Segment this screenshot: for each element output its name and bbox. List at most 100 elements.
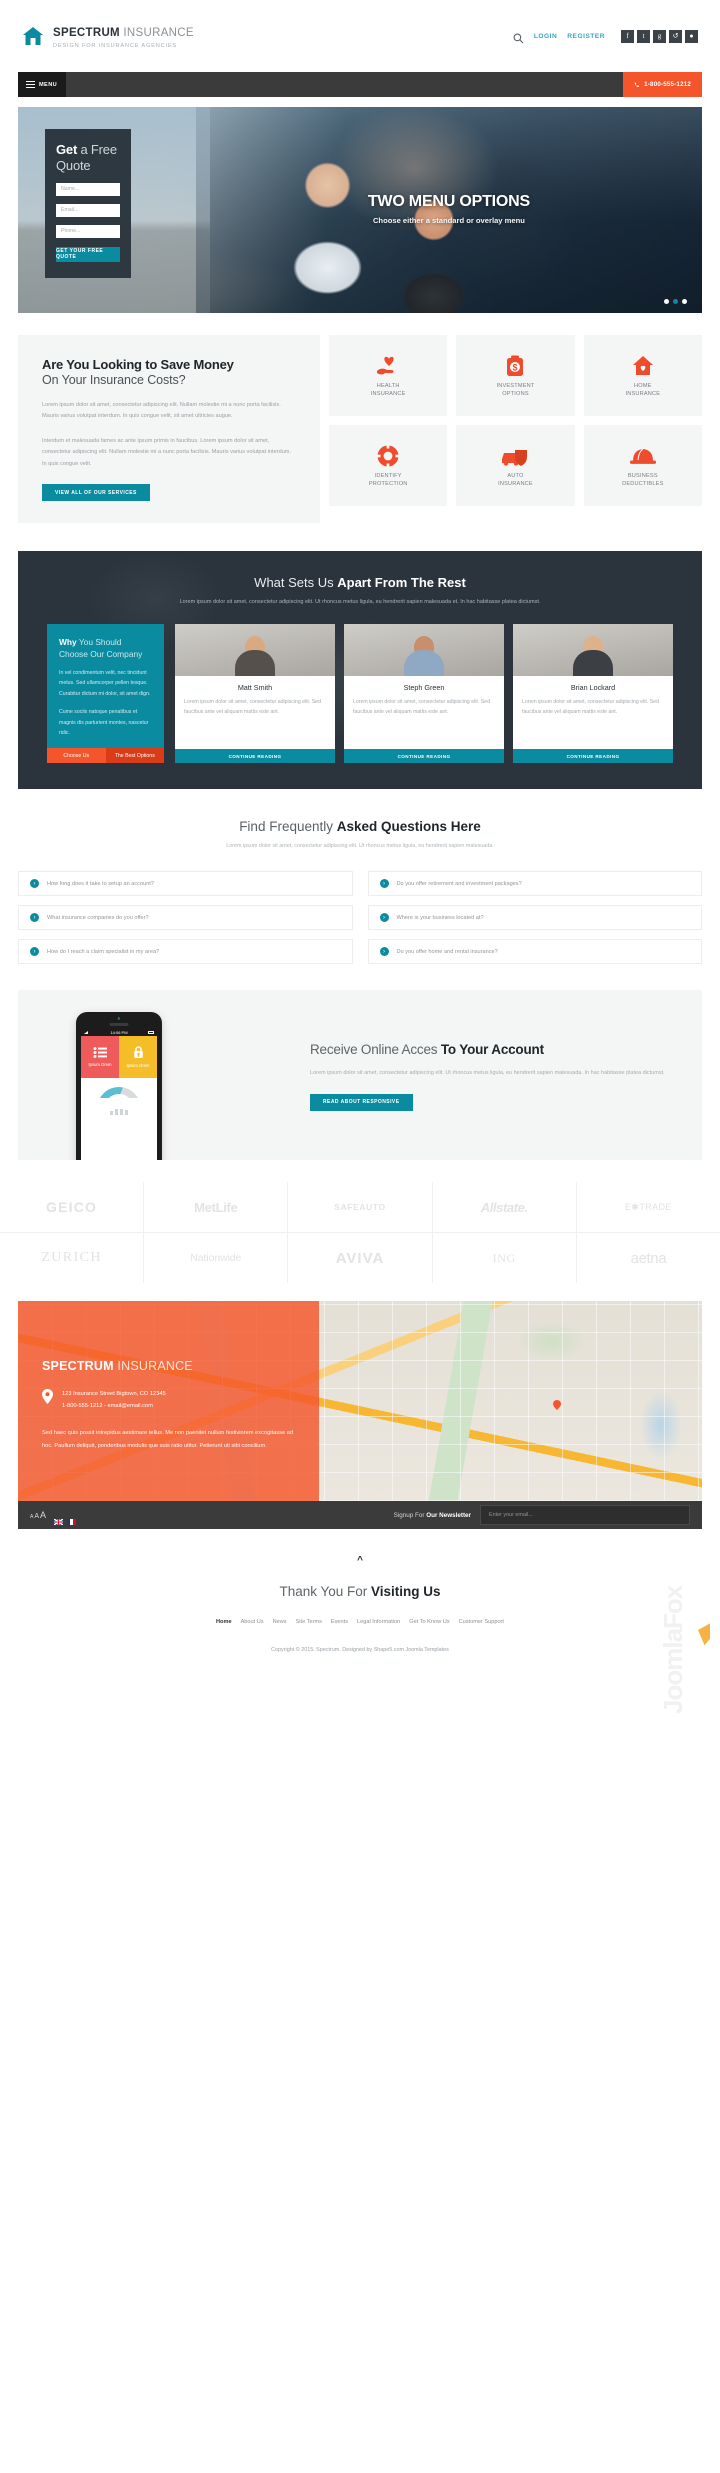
tab-choose-us[interactable]: Choose Us xyxy=(47,748,106,764)
continue-reading-button[interactable]: CONTINUE READING xyxy=(513,749,673,764)
faq-list: › How long does it take to setup an accou… xyxy=(18,871,702,965)
hard-hat-icon xyxy=(629,443,657,469)
online-access-title: Receive Online Acces To Your Account xyxy=(310,1042,544,1058)
menu-toggle-label: MENU xyxy=(39,81,58,88)
login-link[interactable]: LOGIN xyxy=(534,33,557,40)
online-access-section: 14:06 PM Ipsum Orem Ipsum Orem Receive O… xyxy=(18,990,702,1161)
service-card-home[interactable]: HOME INSURANCE xyxy=(583,335,702,416)
life-ring-icon xyxy=(376,443,401,469)
phone-screen: 14:06 PM Ipsum Orem Ipsum Orem xyxy=(81,1029,157,1161)
service-card-grid: HEALTH INSURANCE $ INVESTMENT OPTIONS HOME… xyxy=(329,335,702,523)
contact-address: 123 Insurance Street Bigtown, CO 12345 xyxy=(62,1391,166,1398)
footer-link-legal-information[interactable]: Legal Information xyxy=(357,1619,400,1625)
logo-ing[interactable]: ING xyxy=(431,1233,576,1284)
get-quote-button[interactable]: GET YOUR FREE QUOTE xyxy=(56,246,120,262)
phone-clock: 14:06 PM xyxy=(110,1030,128,1036)
font-size-small[interactable]: A xyxy=(30,1514,33,1520)
google-plus-icon[interactable]: g xyxy=(653,29,666,43)
font-size-large[interactable]: A xyxy=(40,1510,46,1520)
slider-dot-2[interactable] xyxy=(673,299,678,304)
chevron-up-icon[interactable]: ^ xyxy=(0,1555,720,1566)
menu-toggle-button[interactable]: MENU xyxy=(18,72,66,97)
service-label-line1: INVESTMENT xyxy=(496,382,535,389)
service-label-line2: PROTECTION xyxy=(368,481,408,487)
car-shield-icon xyxy=(501,443,529,469)
faq-item[interactable]: › How do I reach a claim specialist in my… xyxy=(18,939,353,965)
savings-panel: Are You Looking to Save Money On Your In… xyxy=(18,335,320,524)
email-field[interactable]: Email... xyxy=(56,203,120,217)
avatar xyxy=(344,624,504,677)
main-navbar: MENU 1-800-555-1212 xyxy=(18,72,702,97)
facebook-icon[interactable]: f xyxy=(621,29,634,43)
footer-link-site-terms[interactable]: Site Terms xyxy=(296,1619,322,1625)
continue-reading-button[interactable]: CONTINUE READING xyxy=(175,749,335,764)
header-phone-number: 1-800-555-1212 xyxy=(644,81,691,88)
faq-item[interactable]: › Where is your business located at? xyxy=(367,905,702,931)
logo-allstate[interactable]: Allstate. xyxy=(431,1182,576,1233)
slider-dot-1[interactable] xyxy=(664,299,669,304)
twitter-icon[interactable]: t xyxy=(637,29,650,43)
view-all-services-button[interactable]: VIEW ALL OF OUR SERVICES xyxy=(42,484,150,502)
app-tile-list[interactable]: Ipsum Orem xyxy=(81,1036,119,1079)
uk-flag-icon[interactable] xyxy=(53,1512,64,1526)
phone-mockup: 14:06 PM Ipsum Orem Ipsum Orem xyxy=(76,1012,162,1161)
faq-item[interactable]: › Do you offer retirement and investment … xyxy=(367,871,702,897)
font-size-medium[interactable]: A xyxy=(34,1513,39,1520)
newsletter-email-input[interactable]: Enter your email... xyxy=(480,1505,690,1526)
phone-field[interactable]: Phone... xyxy=(56,224,120,238)
service-card-business[interactable]: BUSINESS DEDUCTIBLES xyxy=(583,425,702,506)
logo-aviva[interactable]: AVIVA xyxy=(287,1233,431,1284)
register-link[interactable]: REGISTER xyxy=(567,33,605,40)
team-card: Brian Lockard Lorem ipsum dolor sit amet… xyxy=(513,624,673,764)
service-label-line2: OPTIONS xyxy=(502,391,529,397)
logo-geico[interactable]: GEICO xyxy=(0,1182,143,1232)
map-contact-section[interactable]: SPECTRUM INSURANCE 123 Insurance Street … xyxy=(18,1301,702,1502)
page-root: SPECTRUM INSURANCE DESIGN FOR INSURANCE … xyxy=(0,0,720,1715)
footer-link-news[interactable]: News xyxy=(273,1619,287,1625)
faq-question: How do I reach a claim specialist in my … xyxy=(47,948,160,955)
footer-link-events[interactable]: Events xyxy=(331,1619,348,1625)
service-card-investment[interactable]: $ INVESTMENT OPTIONS xyxy=(456,335,575,416)
brand-light: INSURANCE xyxy=(119,27,194,40)
savings-paragraph-2: Interdum et malesuada fames ac ante ipsu… xyxy=(42,437,292,467)
footer-link-home[interactable]: Home xyxy=(216,1619,232,1625)
logo-safeauto[interactable]: SAFEAUTO xyxy=(287,1182,431,1233)
search-icon[interactable] xyxy=(513,31,524,43)
site-logo[interactable]: SPECTRUM INSURANCE DESIGN FOR INSURANCE … xyxy=(22,23,194,49)
logo-aetna[interactable]: aetna xyxy=(575,1233,720,1284)
footer-link-customer-support[interactable]: Customer Support xyxy=(459,1619,504,1625)
footer-link-about-us[interactable]: About Us xyxy=(241,1619,264,1625)
quote-form-title: Get a Free Quote xyxy=(56,142,117,174)
dribbble-icon[interactable]: ● xyxy=(685,29,698,43)
name-field[interactable]: Name... xyxy=(56,182,120,196)
font-size-switcher[interactable]: A A A xyxy=(30,1510,46,1520)
faq-subtitle: Lorem ipsum dolor sit amet, consectetur … xyxy=(226,843,494,850)
slider-dot-3[interactable] xyxy=(682,299,687,304)
france-flag-icon[interactable] xyxy=(67,1512,77,1526)
logo-row: ZURICH Nationwide AVIVA ING aetna xyxy=(0,1232,720,1284)
logo-metlife[interactable]: MetLife xyxy=(143,1182,287,1233)
lock-icon xyxy=(133,1046,143,1059)
site-footer: ^ Thank You For Visiting Us Home About U… xyxy=(0,1529,720,1715)
contact-body: Sed haec quis possit intrepidus aestimar… xyxy=(42,1430,294,1449)
logo-etrade[interactable]: E✱TRADE xyxy=(575,1182,720,1233)
header-phone[interactable]: 1-800-555-1212 xyxy=(623,72,702,97)
faq-item[interactable]: › How long does it take to setup an accou… xyxy=(18,871,353,897)
service-card-auto[interactable]: AUTO INSURANCE xyxy=(456,425,575,506)
continue-reading-button[interactable]: CONTINUE READING xyxy=(344,749,504,764)
faq-item[interactable]: › What insurance companies do you offer? xyxy=(18,905,353,931)
logo-nationwide[interactable]: Nationwide xyxy=(143,1233,287,1284)
slider-pagination[interactable] xyxy=(664,299,687,304)
footer-link-get-to-know-us[interactable]: Get To Know Us xyxy=(409,1619,449,1625)
logo-zurich[interactable]: ZURICH xyxy=(0,1233,143,1283)
service-card-identity[interactable]: IDENTIFY PROTECTION xyxy=(329,425,448,506)
rss-icon[interactable]: ↺ xyxy=(669,29,682,43)
app-tile-lock[interactable]: Ipsum Orem xyxy=(119,1036,157,1079)
service-card-health[interactable]: HEALTH INSURANCE xyxy=(329,335,448,416)
read-about-responsive-button[interactable]: READ ABOUT RESPONSIVE xyxy=(310,1093,413,1111)
newsletter-bar: A A A Signup For Our Newsletter Enter yo… xyxy=(18,1501,702,1530)
faq-item[interactable]: › Do you offer home and rental insurance? xyxy=(367,939,702,965)
tab-best-options[interactable]: The Best Options xyxy=(105,748,164,764)
signal-icon xyxy=(84,1031,88,1035)
hamburger-icon xyxy=(26,80,35,89)
